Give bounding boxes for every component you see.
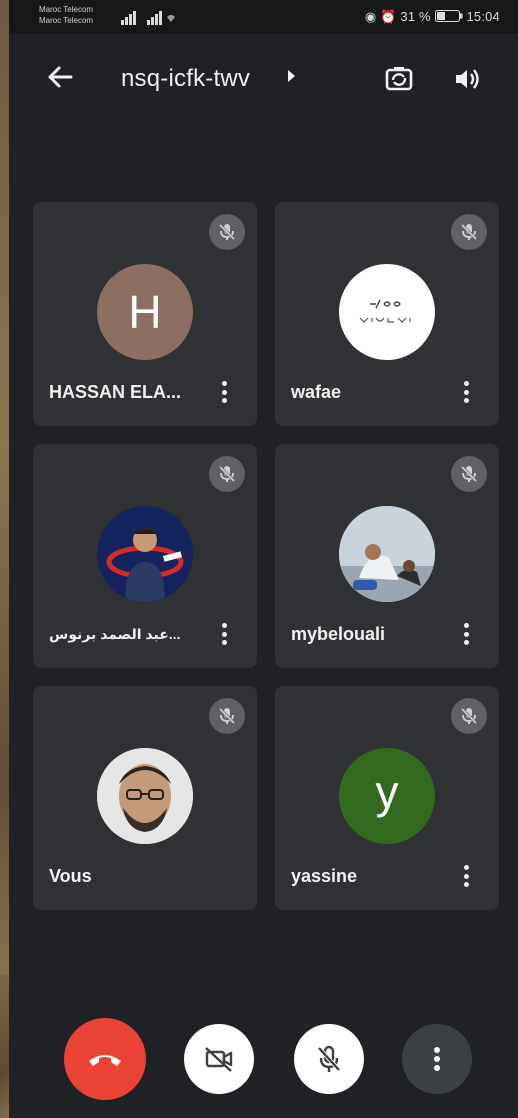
status-right: ◉ ⏰ 31 % 15:04 bbox=[365, 9, 500, 25]
meeting-header: nsq-icfk-twv bbox=[9, 34, 518, 124]
mic-off-icon bbox=[317, 1045, 341, 1072]
alarm-icon: ⏰ bbox=[380, 9, 397, 24]
mic-off-icon bbox=[451, 214, 487, 250]
arrow-left-icon[interactable] bbox=[45, 62, 75, 92]
background-edge bbox=[0, 0, 9, 1118]
more-vertical-icon[interactable] bbox=[459, 862, 473, 890]
participant-tile[interactable]: y yassine bbox=[275, 686, 499, 910]
carrier-2: Maroc Telecom bbox=[39, 16, 94, 25]
battery-icon bbox=[434, 10, 463, 22]
camera-switch-icon[interactable] bbox=[382, 62, 416, 96]
meet-screen: Maroc Telecom Maroc Telecom ◉ ⏰ 31 % 15:… bbox=[9, 0, 518, 1118]
participant-tile[interactable]: wafae bbox=[275, 202, 499, 426]
more-vertical-icon bbox=[434, 1047, 440, 1071]
clock: 15:04 bbox=[466, 9, 500, 24]
participant-name: yassine bbox=[291, 866, 358, 886]
carrier-labels: Maroc Telecom Maroc Telecom bbox=[39, 4, 93, 26]
camera-toggle-button[interactable] bbox=[184, 1024, 254, 1094]
avatar-letter: y bbox=[375, 766, 399, 818]
avatar: H bbox=[97, 264, 193, 360]
meeting-code[interactable]: nsq-icfk-twv bbox=[121, 65, 250, 93]
participant-tile-self[interactable]: Vous bbox=[33, 686, 257, 910]
avatar bbox=[97, 506, 193, 602]
avatar-photo bbox=[97, 506, 193, 602]
participant-tile[interactable]: H HASSAN ELA... bbox=[33, 202, 257, 426]
participant-name: Vous bbox=[49, 866, 92, 886]
mic-off-icon bbox=[209, 214, 245, 250]
mic-off-icon bbox=[451, 698, 487, 734]
carrier-1: Maroc Telecom bbox=[39, 5, 94, 14]
participant-name: ...عبد الصمد برنوس bbox=[49, 626, 181, 642]
signal-icon bbox=[121, 11, 175, 25]
avatar-photo bbox=[97, 748, 193, 844]
more-options-button[interactable] bbox=[402, 1024, 472, 1094]
mic-off-icon bbox=[209, 698, 245, 734]
more-vertical-icon[interactable] bbox=[217, 378, 231, 406]
avatar bbox=[97, 748, 193, 844]
avatar-letter: H bbox=[128, 286, 162, 338]
volume-icon[interactable] bbox=[450, 62, 484, 96]
caret-right-icon[interactable] bbox=[288, 70, 295, 82]
avatar-photo bbox=[339, 506, 435, 602]
more-vertical-icon[interactable] bbox=[217, 620, 231, 648]
participant-tile[interactable]: mybelouali bbox=[275, 444, 499, 668]
avatar: y bbox=[339, 748, 435, 844]
phone-hangup-icon bbox=[89, 1055, 121, 1066]
more-vertical-icon[interactable] bbox=[459, 620, 473, 648]
participant-tile[interactable]: ...عبد الصمد برنوس bbox=[33, 444, 257, 668]
participant-name: mybelouali bbox=[291, 624, 386, 644]
participant-name: wafae bbox=[291, 382, 342, 402]
participant-name: HASSAN ELA... bbox=[49, 382, 182, 402]
logo-image bbox=[359, 299, 411, 323]
avatar bbox=[339, 506, 435, 602]
camera-off-icon bbox=[205, 1047, 233, 1072]
battery-percent: 31 % bbox=[400, 9, 431, 24]
avatar bbox=[339, 264, 435, 360]
status-bar: Maroc Telecom Maroc Telecom ◉ ⏰ 31 % 15:… bbox=[9, 0, 518, 34]
mic-off-icon bbox=[209, 456, 245, 492]
eye-icon: ◉ bbox=[364, 9, 377, 24]
end-call-button[interactable] bbox=[64, 1018, 146, 1100]
more-vertical-icon[interactable] bbox=[459, 378, 473, 406]
mic-off-icon bbox=[451, 456, 487, 492]
mic-toggle-button[interactable] bbox=[294, 1024, 364, 1094]
